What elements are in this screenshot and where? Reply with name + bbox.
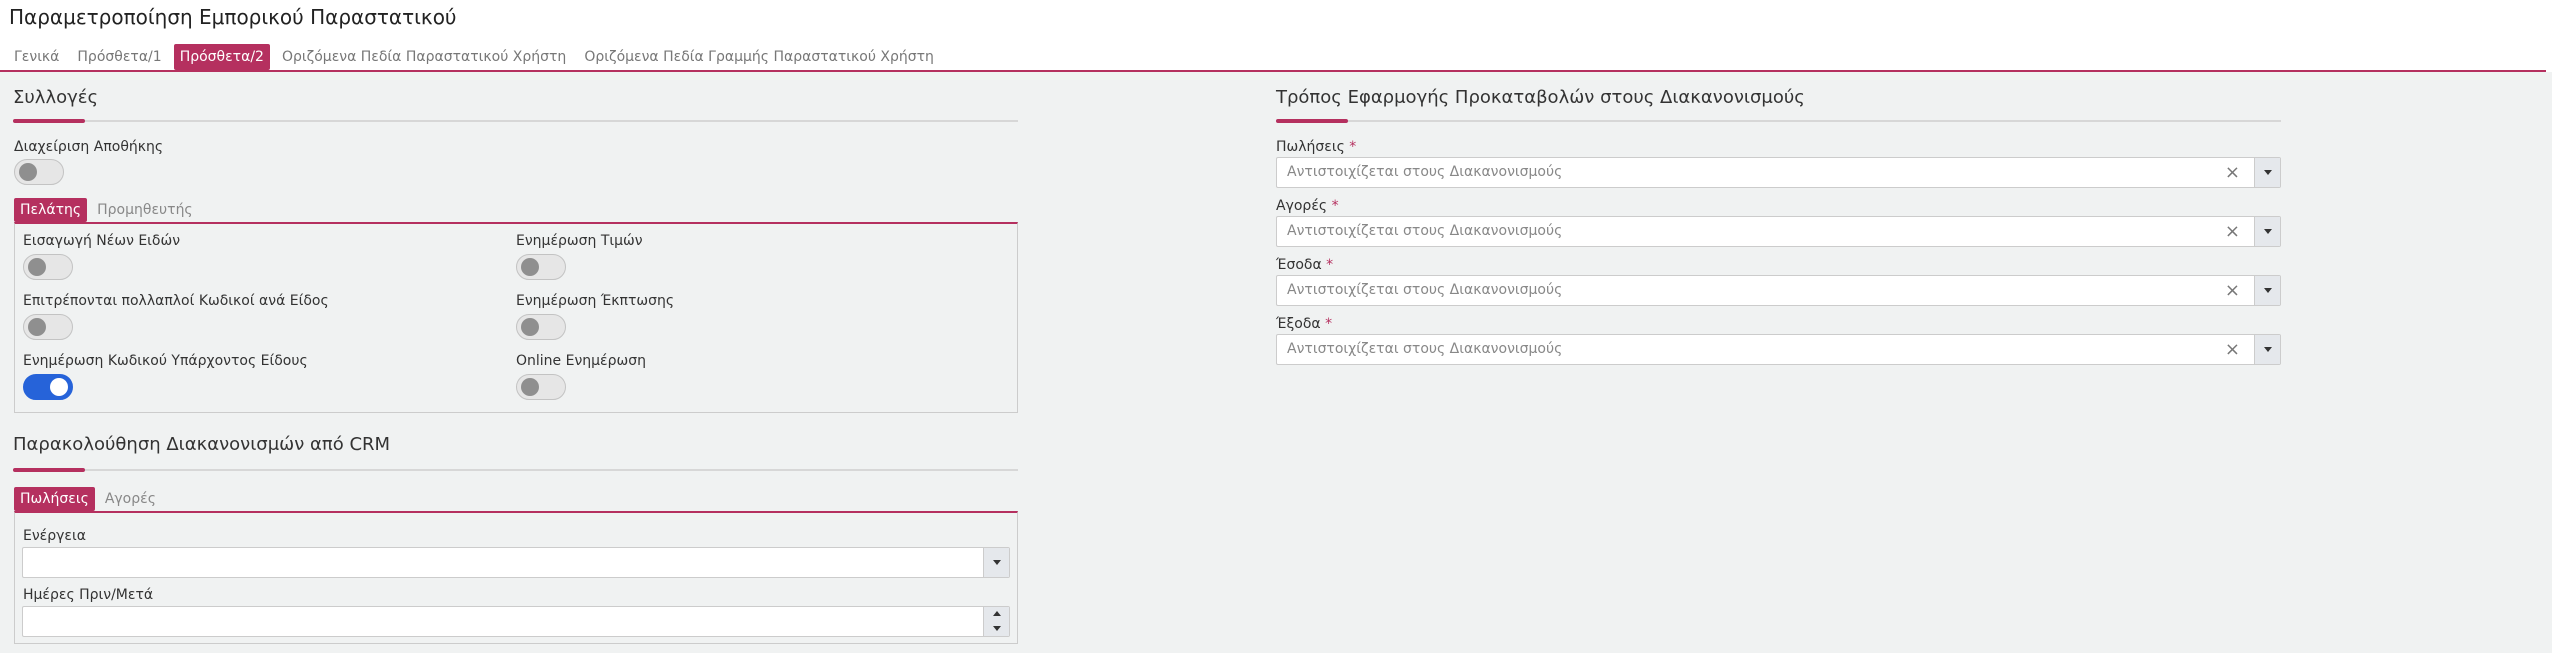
import-new-items-toggle[interactable] (23, 254, 73, 280)
crm-panel: Ενέργεια Ημέρες Πριν/Μετά (14, 511, 1018, 644)
chevron-down-icon[interactable] (2254, 276, 2280, 305)
chevron-down-icon[interactable] (2254, 217, 2280, 246)
required-mark: * (1325, 316, 1333, 332)
purchases-label-text: Αγορές (1276, 198, 1328, 214)
page-title: Παραμετροποίηση Εμπορικού Παραστατικού (9, 5, 457, 29)
income-advance-value: Αντιστοιχίζεται στους Διακανονισμούς (1287, 282, 1563, 298)
warehouse-toggle[interactable] (14, 159, 64, 185)
expenses-label-text: Έξοδα (1276, 316, 1321, 332)
income-advance-select[interactable]: Αντιστοιχίζεται στους Διακανονισμούς × (1276, 275, 2281, 306)
tab-extras-2[interactable]: Πρόσθετα/2 (173, 44, 270, 70)
income-field-label: Έσοδα * (1276, 257, 1333, 273)
chevron-down-icon[interactable] (983, 548, 1009, 577)
tab-extras-1[interactable]: Πρόσθετα/1 (71, 44, 167, 70)
expenses-advance-select[interactable]: Αντιστοιχίζεται στους Διακανονισμούς × (1276, 334, 2281, 365)
days-stepper (983, 607, 1009, 636)
clear-icon[interactable]: × (2225, 280, 2240, 301)
collections-subtabs: Πελάτης Προμηθευτής (14, 198, 199, 222)
toggle-knob (19, 163, 37, 181)
stepper-down-icon[interactable] (984, 622, 1010, 636)
sales-advance-select[interactable]: Αντιστοιχίζεται στους Διακανονισμούς × (1276, 157, 2281, 188)
collections-panel: Εισαγωγή Νέων Ειδών Ενημέρωση Τιμών Επιτ… (14, 222, 1018, 413)
collections-title: Συλλογές (13, 87, 99, 108)
advances-rule (1276, 120, 2281, 122)
subtab-sales[interactable]: Πωλήσεις (14, 487, 95, 511)
header-bar: Παραμετροποίηση Εμπορικού Παραστατικού Γ… (0, 0, 2552, 72)
required-mark: * (1331, 198, 1339, 214)
tabs-underline (0, 70, 2546, 72)
crm-subtabs: Πωλήσεις Αγορές (14, 487, 162, 511)
income-label-text: Έσοδα (1276, 257, 1322, 273)
toggle-knob (521, 378, 539, 396)
update-prices-toggle[interactable] (516, 254, 566, 280)
main-tabs: Γενικά Πρόσθετα/1 Πρόσθετα/2 Οριζόμενα Π… (8, 44, 940, 70)
action-label: Ενέργεια (23, 528, 86, 544)
tab-user-document-fields[interactable]: Οριζόμενα Πεδία Παραστατικού Χρήστη (276, 44, 572, 70)
multiple-codes-label: Επιτρέπονται πολλαπλοί Κωδικοί ανά Είδος (23, 293, 329, 309)
clear-icon[interactable]: × (2225, 339, 2240, 360)
purchases-field-label: Αγορές * (1276, 198, 1339, 214)
subtab-customer[interactable]: Πελάτης (14, 198, 88, 222)
update-discount-toggle[interactable] (516, 314, 566, 340)
expenses-advance-value: Αντιστοιχίζεται στους Διακανονισμούς (1287, 341, 1563, 357)
import-new-items-label: Εισαγωγή Νέων Ειδών (23, 233, 181, 249)
crm-accent (13, 468, 85, 472)
update-prices-label: Ενημέρωση Τιμών (516, 233, 643, 249)
days-input[interactable] (22, 606, 1010, 637)
purchases-advance-value: Αντιστοιχίζεται στους Διακανονισμούς (1287, 223, 1563, 239)
toggle-knob (28, 318, 46, 336)
days-label: Ημέρες Πριν/Μετά (23, 587, 154, 603)
toggle-knob (521, 258, 539, 276)
advances-accent (1276, 119, 1348, 123)
advances-title: Τρόπος Εφαρμογής Προκαταβολών στους Διακ… (1276, 87, 1805, 108)
sales-advance-value: Αντιστοιχίζεται στους Διακανονισμούς (1287, 164, 1563, 180)
update-existing-code-toggle[interactable] (23, 374, 73, 400)
expenses-field-label: Έξοδα * (1276, 316, 1332, 332)
purchases-advance-select[interactable]: Αντιστοιχίζεται στους Διακανονισμούς × (1276, 216, 2281, 247)
crm-title: Παρακολούθηση Διακανονισμών από CRM (13, 434, 391, 455)
crm-rule (13, 469, 1018, 471)
chevron-down-icon[interactable] (2254, 158, 2280, 187)
tab-user-line-fields[interactable]: Οριζόμενα Πεδία Γραμμής Παραστατικού Χρή… (578, 44, 940, 70)
tab-general[interactable]: Γενικά (8, 44, 65, 70)
required-mark: * (1349, 139, 1357, 155)
subtab-purchases[interactable]: Αγορές (99, 487, 162, 511)
clear-icon[interactable]: × (2225, 221, 2240, 242)
online-update-toggle[interactable] (516, 374, 566, 400)
chevron-down-icon[interactable] (2254, 335, 2280, 364)
online-update-label: Online Ενημέρωση (516, 353, 646, 369)
update-discount-label: Ενημέρωση Έκπτωσης (516, 293, 675, 309)
action-select[interactable] (22, 547, 1010, 578)
multiple-codes-toggle[interactable] (23, 314, 73, 340)
toggle-knob (521, 318, 539, 336)
warehouse-label: Διαχείριση Αποθήκης (14, 139, 164, 155)
sales-field-label: Πωλήσεις * (1276, 139, 1356, 155)
subtab-supplier[interactable]: Προμηθευτής (91, 198, 199, 222)
collections-accent (13, 119, 85, 123)
clear-icon[interactable]: × (2225, 162, 2240, 183)
toggle-knob (28, 258, 46, 276)
toggle-knob (50, 378, 68, 396)
update-existing-code-label: Ενημέρωση Κωδικού Υπάρχοντος Είδους (23, 353, 308, 369)
collections-rule (13, 120, 1018, 122)
sales-label-text: Πωλήσεις (1276, 139, 1345, 155)
stepper-up-icon[interactable] (984, 607, 1010, 621)
required-mark: * (1326, 257, 1334, 273)
